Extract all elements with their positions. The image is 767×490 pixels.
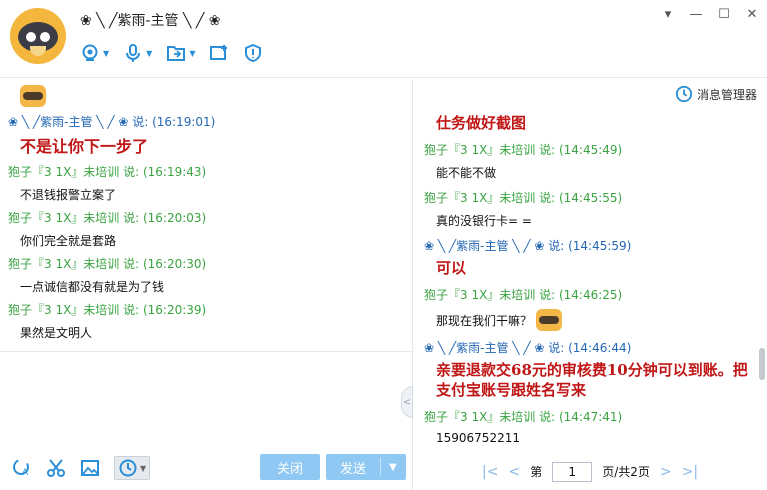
message-history-button[interactable]: ▼ <box>114 456 151 480</box>
message-manager-link[interactable]: 消息管理器 <box>675 85 757 103</box>
message-sender: ❀ ╲ ╱紫雨-主管 ╲ ╱ ❀ 说: (14:45:59) <box>424 239 632 253</box>
security-button[interactable] <box>243 43 263 63</box>
chevron-down-icon: ▼ <box>103 48 110 58</box>
panel-collapse-handle[interactable]: < <box>401 386 413 418</box>
image-icon[interactable] <box>80 458 100 478</box>
message-sender: 狍子『3 1X』未培训 说: (16:20:03) <box>8 211 207 225</box>
message-item: 狍子『3 1X』未培训 说: (16:19:43) 不退钱报警立案了 <box>8 163 408 203</box>
screen-share-icon <box>210 45 228 60</box>
message-item: 狍子『3 1X』未培训 说: (16:20:30) 一点诚信都没有就是为了钱 <box>8 255 408 295</box>
sticker-image <box>20 85 46 107</box>
contact-avatar[interactable] <box>10 8 66 64</box>
history-message-item: 狍子『3 1X』未培训 说: (14:45:55) 真的没银行卡= = <box>424 189 754 229</box>
message-text: 仕务做好截图 <box>436 114 527 132</box>
svg-text:A: A <box>22 468 29 478</box>
chevron-down-icon: ▼ <box>189 48 196 58</box>
page-prefix: 第 <box>530 465 543 479</box>
font-icon[interactable]: A <box>12 458 32 478</box>
history-message-item: 狍子『3 1X』未培训 说: (14:46:25) 那现在我们干嘛？ <box>424 286 754 331</box>
message-history-panel[interactable]: 消息管理器 仕务做好截图 狍子『3 1X』未培训 说: (14:45:49) 能… <box>414 79 767 453</box>
first-page-button[interactable]: |< <box>482 464 498 480</box>
message-item: 狍子『3 1X』未培训 说: (16:20:39) 果然是文明人 <box>8 301 408 341</box>
message-sender: 狍子『3 1X』未培训 说: (16:19:43) <box>8 165 207 179</box>
message-text: 一点诚信都没有就是为了钱 <box>20 280 165 294</box>
file-transfer-button[interactable]: ▼ <box>166 43 195 63</box>
message-content: 那现在我们干嘛？ <box>436 309 754 331</box>
camera-icon <box>82 44 98 61</box>
send-button[interactable]: 发送 ▼ <box>326 454 406 480</box>
history-message-item: ❀ ╲ ╱紫雨-主管 ╲ ╱ ❀ 说: (14:45:59) 可以 <box>424 237 754 278</box>
next-page-button[interactable]: > <box>660 464 672 480</box>
file-transfer-icon <box>167 46 186 61</box>
avatar-mouth <box>30 46 46 56</box>
message-sender: ❀ ╲ ╱紫雨-主管 ╲ ╱ ❀ 说: (16:19:01) <box>8 115 216 129</box>
history-pager: |< < 第 1 页/共2页 > >| <box>414 453 767 490</box>
minimize-button[interactable]: — <box>689 8 703 22</box>
message-item: 狍子『3 1X』未培训 说: (16:20:03) 你们完全就是套路 <box>8 209 408 249</box>
page-number-input[interactable]: 1 <box>552 461 593 482</box>
chevron-down-icon: ▼ <box>146 48 153 58</box>
screen-share-button[interactable] <box>209 43 229 63</box>
message-sender: 狍子『3 1X』未培训 说: (14:47:41) <box>424 410 623 424</box>
header-toolbar: ▼ ▼ ▼ <box>80 40 263 66</box>
message-sender: 狍子『3 1X』未培训 说: (14:45:49) <box>424 143 623 157</box>
input-toolbar: A ▼ <box>12 456 151 480</box>
maximize-button[interactable]: ☐ <box>717 8 731 22</box>
message-sender: ❀ ╲ ╱紫雨-主管 ╲ ╱ ❀ 说: (14:46:44) <box>424 341 632 355</box>
send-options-dropdown[interactable]: ▼ <box>381 462 405 473</box>
contact-name: ❀ ╲ ╱紫雨-主管 ╲ ╱ ❀ <box>80 13 221 29</box>
voice-call-button[interactable]: ▼ <box>123 43 152 63</box>
video-call-button[interactable]: ▼ <box>80 43 109 63</box>
history-message-list: 仕务做好截图 狍子『3 1X』未培训 说: (14:45:49) 能不能不做 狍… <box>424 109 754 445</box>
prev-page-button[interactable]: < <box>508 464 520 480</box>
last-page-button[interactable]: >| <box>682 464 698 480</box>
close-window-button[interactable]: ✕ <box>745 8 759 22</box>
page-suffix: 页/共2页 <box>602 465 650 479</box>
message-manager-label: 消息管理器 <box>696 87 757 102</box>
message-text: 可以 <box>436 259 467 277</box>
message-text: 你们完全就是套路 <box>20 234 117 248</box>
message-text: 亲要退款交68元的审核费10分钟可以到账。把支付宝账号跟姓名写来 <box>436 361 748 399</box>
send-button-label: 发送 <box>339 461 366 477</box>
message-sender: 狍子『3 1X』未培训 说: (14:45:55) <box>424 191 623 205</box>
message-sender: 狍子『3 1X』未培训 说: (16:20:30) <box>8 257 207 271</box>
message-text: 不是让你下一步了 <box>20 137 149 156</box>
message-input-area[interactable]: A ▼ 关闭 发送 ▼ <box>0 351 413 490</box>
chat-header: ❀ ╲ ╱紫雨-主管 ╲ ╱ ❀ ▼ ▼ ▼ ▾ — ☐ ✕ <box>0 0 767 78</box>
history-scrollbar[interactable] <box>759 348 765 380</box>
history-clock-icon <box>119 459 137 477</box>
history-message-item: ❀ ╲ ╱紫雨-主管 ╲ ╱ ❀ 说: (14:46:44) 亲要退款交68元的… <box>424 339 754 400</box>
scissors-icon[interactable] <box>46 458 66 478</box>
message-sender: 狍子『3 1X』未培训 说: (14:46:25) <box>424 288 623 302</box>
message-text: 不退钱报警立案了 <box>20 188 117 202</box>
chevron-down-icon: ▼ <box>140 463 147 473</box>
message-text: 那现在我们干嘛？ <box>436 313 533 328</box>
message-sender: 狍子『3 1X』未培训 说: (16:20:39) <box>8 303 207 317</box>
close-button[interactable]: 关闭 <box>260 454 320 480</box>
message-text: 能不能不做 <box>436 166 497 180</box>
message-item: ❀ ╲ ╱紫雨-主管 ╲ ╱ ❀ 说: (16:19:01) 不是让你下一步了 <box>8 113 408 157</box>
message-text: 15906752211 <box>436 431 520 445</box>
sticker-image <box>536 309 563 331</box>
history-message-item: 狍子『3 1X』未培训 说: (14:47:41) 15906752211 <box>424 408 754 445</box>
message-list: ❀ ╲ ╱紫雨-主管 ╲ ╱ ❀ 说: (16:19:01) 不是让你下一步了 … <box>8 79 408 341</box>
history-message-item: 仕务做好截图 <box>424 113 754 133</box>
avatar-eye-right <box>40 32 50 42</box>
message-text: 果然是文明人 <box>20 326 93 340</box>
chat-message-area[interactable]: ❀ ╲ ╱紫雨-主管 ╲ ╱ ❀ 说: (16:19:01) 不是让你下一步了 … <box>0 79 413 351</box>
history-message-item: 狍子『3 1X』未培训 说: (14:45:49) 能不能不做 <box>424 141 754 181</box>
microphone-icon <box>126 44 141 62</box>
window-menu-button[interactable]: ▾ <box>661 8 675 22</box>
clock-icon <box>675 85 693 103</box>
avatar-eye-left <box>26 32 36 42</box>
window-controls: ▾ — ☐ ✕ <box>661 8 759 22</box>
message-text: 真的没银行卡= = <box>436 214 532 228</box>
shield-icon <box>245 43 262 63</box>
